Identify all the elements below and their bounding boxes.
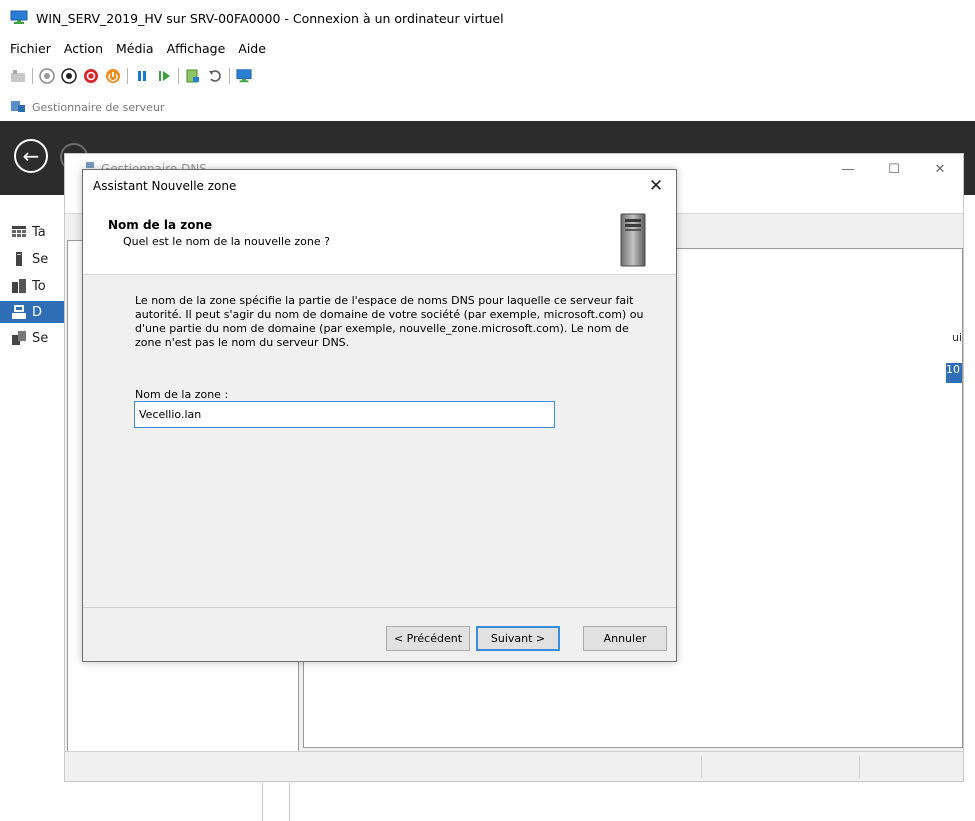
vm-window-title: WIN_SERV_2019_HV sur SRV-00FA0000 - Conn… — [36, 10, 504, 26]
sidebar-item-label: Ta — [32, 224, 46, 240]
vm-toolbar — [0, 64, 975, 88]
wizard-divider — [83, 607, 676, 608]
vm-title-bar: WIN_SERV_2019_HV sur SRV-00FA0000 - Conn… — [0, 0, 975, 36]
toolbar-separator — [127, 68, 128, 84]
toolbar-separator — [32, 68, 33, 84]
menu-aide[interactable]: Aide — [238, 41, 266, 56]
server-manager-tab: Gestionnaire de serveur — [0, 97, 975, 117]
status-divider — [701, 756, 702, 778]
menu-media[interactable]: Média — [116, 41, 154, 56]
menu-affichage[interactable]: Affichage — [167, 41, 226, 56]
start-icon[interactable] — [39, 68, 55, 84]
status-divider — [859, 756, 860, 778]
toolbar-separator — [178, 68, 179, 84]
file-services-icon — [12, 331, 26, 345]
detail-column-fragment: ui — [951, 331, 962, 344]
sidebar-item-dns[interactable]: D — [0, 301, 64, 323]
wizard-title: Assistant Nouvelle zone — [93, 179, 237, 193]
back-arrow-icon[interactable]: ← — [14, 139, 48, 173]
previous-button[interactable]: < Précédent — [386, 626, 470, 651]
divider — [262, 783, 263, 821]
wizard-header: Nom de la zone Quel est le nom de la nou… — [83, 203, 676, 275]
sidebar-item-all-servers[interactable]: To — [12, 275, 72, 297]
all-servers-icon — [12, 279, 26, 293]
local-server-icon — [16, 252, 22, 266]
server-manager-sidebar: Ta Se To D Se — [0, 195, 64, 821]
maximize-icon[interactable]: ☐ — [871, 154, 917, 184]
vm-monitor-icon — [10, 10, 28, 27]
new-zone-wizard-dialog: Assistant Nouvelle zone ✕ Nom de la zone… — [82, 169, 677, 662]
wizard-step-subtitle: Quel est le nom de la nouvelle zone ? — [123, 235, 330, 248]
server-tower-icon — [620, 213, 646, 270]
dns-status-bar — [65, 751, 963, 781]
save-state-icon[interactable] — [105, 68, 121, 84]
pause-icon[interactable] — [134, 68, 150, 84]
sidebar-item-local-server[interactable]: Se — [12, 248, 72, 270]
server-manager-title: Gestionnaire de serveur — [32, 100, 165, 114]
resume-icon[interactable] — [156, 68, 172, 84]
revert-icon[interactable] — [207, 68, 223, 84]
close-icon[interactable]: ✕ — [644, 175, 668, 197]
menu-fichier[interactable]: Fichier — [10, 41, 51, 56]
cancel-button[interactable]: Annuler — [583, 626, 667, 651]
vm-menu-bar: Fichier Action Média Affichage Aide — [0, 38, 975, 58]
ctrl-alt-del-icon[interactable] — [10, 68, 26, 84]
minimize-icon[interactable]: — — [825, 154, 871, 184]
enhanced-session-icon[interactable] — [236, 68, 252, 84]
detail-selected-row[interactable]: 10 — [946, 363, 962, 383]
zone-name-label: Nom de la zone : — [135, 388, 229, 401]
wizard-step-title: Nom de la zone — [108, 218, 213, 232]
sidebar-item-label: Se — [32, 330, 49, 346]
dashboard-icon — [12, 226, 26, 237]
sidebar-item-label: Se — [32, 251, 49, 267]
sidebar-item-dashboard[interactable]: Ta — [12, 221, 72, 243]
zone-name-input[interactable] — [134, 401, 555, 428]
sidebar-item-label: To — [32, 278, 46, 294]
turn-off-icon[interactable] — [61, 68, 77, 84]
close-icon[interactable]: ✕ — [917, 154, 963, 184]
server-manager-icon — [10, 99, 26, 116]
shutdown-icon[interactable] — [83, 68, 99, 84]
menu-action[interactable]: Action — [64, 41, 103, 56]
divider — [289, 783, 290, 821]
wizard-description: Le nom de la zone spécifie la partie de … — [135, 294, 644, 349]
toolbar-separator — [229, 68, 230, 84]
wizard-title-bar: Assistant Nouvelle zone ✕ — [83, 170, 676, 203]
sidebar-item-label: D — [32, 304, 43, 320]
next-button[interactable]: Suivant > — [476, 626, 560, 651]
dns-window-controls: — ☐ ✕ — [825, 154, 963, 184]
dns-icon — [12, 305, 26, 319]
checkpoint-icon[interactable] — [185, 68, 201, 84]
sidebar-item-file-services[interactable]: Se — [12, 327, 72, 349]
